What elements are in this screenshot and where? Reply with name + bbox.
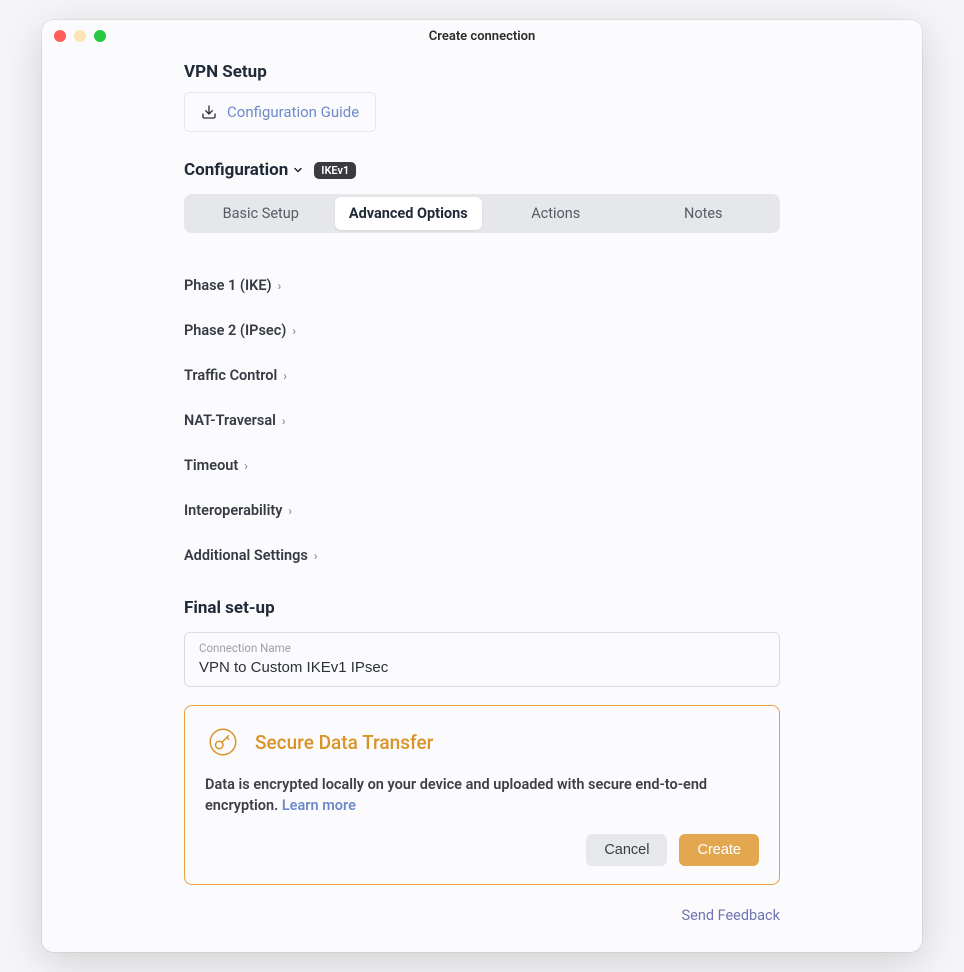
chevron-right-icon: › [282, 414, 286, 428]
connection-name-input[interactable] [199, 659, 765, 676]
expander-interoperability[interactable]: Interoperability › [184, 488, 780, 533]
expander-phase2[interactable]: Phase 2 (IPsec) › [184, 308, 780, 353]
configuration-dropdown[interactable]: Configuration [184, 160, 304, 180]
expander-label: Additional Settings [184, 547, 308, 564]
final-setup-title: Final set-up [184, 598, 780, 618]
configuration-header: Configuration IKEv1 [184, 160, 780, 180]
secure-header: Secure Data Transfer [205, 724, 759, 760]
download-icon [201, 104, 217, 120]
cancel-button[interactable]: Cancel [586, 834, 667, 866]
secure-data-transfer-box: Secure Data Transfer Data is encrypted l… [184, 705, 780, 885]
chevron-right-icon: › [314, 549, 318, 563]
tab-notes[interactable]: Notes [630, 197, 778, 230]
expander-additional-settings[interactable]: Additional Settings › [184, 533, 780, 578]
create-button[interactable]: Create [679, 834, 759, 866]
configuration-label: Configuration [184, 160, 288, 180]
configuration-guide-label: Configuration Guide [227, 103, 359, 121]
chevron-right-icon: › [283, 369, 287, 383]
tab-actions[interactable]: Actions [482, 197, 630, 230]
vpn-setup-title: VPN Setup [184, 62, 780, 82]
chevron-down-icon [292, 164, 304, 176]
connection-name-label: Connection Name [199, 641, 765, 655]
protocol-badge: IKEv1 [314, 162, 356, 179]
secure-description: Data is encrypted locally on your device… [205, 774, 759, 816]
secure-title: Secure Data Transfer [255, 731, 433, 754]
expander-phase1[interactable]: Phase 1 (IKE) › [184, 263, 780, 308]
footer: Send Feedback [184, 905, 780, 924]
chevron-right-icon: › [288, 504, 292, 518]
expander-label: Traffic Control [184, 367, 277, 384]
configuration-guide-button[interactable]: Configuration Guide [184, 92, 376, 132]
content: VPN Setup Configuration Guide Configurat… [42, 52, 922, 952]
button-row: Cancel Create [205, 834, 759, 866]
chevron-right-icon: › [292, 324, 296, 338]
connection-name-field-wrap[interactable]: Connection Name [184, 632, 780, 687]
expander-label: Phase 1 (IKE) [184, 277, 272, 294]
expander-label: Timeout [184, 457, 238, 474]
tab-advanced-options[interactable]: Advanced Options [335, 197, 483, 230]
chevron-right-icon: › [244, 459, 248, 473]
expander-label: NAT-Traversal [184, 412, 276, 429]
expander-traffic-control[interactable]: Traffic Control › [184, 353, 780, 398]
expander-timeout[interactable]: Timeout › [184, 443, 780, 488]
chevron-right-icon: › [278, 279, 282, 293]
window: Create connection VPN Setup Configuratio… [42, 20, 922, 952]
expander-group: Phase 1 (IKE) › Phase 2 (IPsec) › Traffi… [184, 263, 780, 578]
learn-more-link[interactable]: Learn more [282, 797, 356, 814]
expander-nat-traversal[interactable]: NAT-Traversal › [184, 398, 780, 443]
window-title: Create connection [42, 29, 922, 44]
titlebar: Create connection [42, 20, 922, 52]
tab-basic-setup[interactable]: Basic Setup [187, 197, 335, 230]
key-icon [205, 724, 241, 760]
expander-label: Phase 2 (IPsec) [184, 322, 286, 339]
send-feedback-link[interactable]: Send Feedback [682, 907, 780, 924]
expander-label: Interoperability [184, 502, 282, 519]
tabs: Basic Setup Advanced Options Actions Not… [184, 194, 780, 233]
secure-text: Data is encrypted locally on your device… [205, 776, 707, 814]
